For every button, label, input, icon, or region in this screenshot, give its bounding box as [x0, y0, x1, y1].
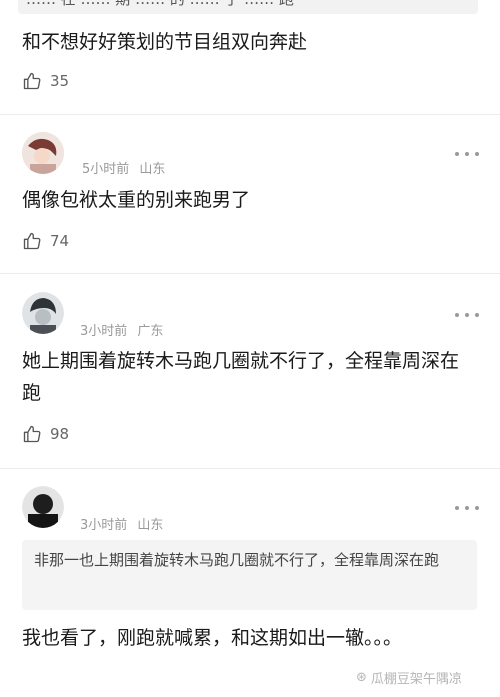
watermark-text: 瓜棚豆架午隅凉: [370, 672, 462, 687]
more-options-button[interactable]: [455, 150, 479, 158]
comment-time: 3小时前: [80, 324, 128, 339]
avatar[interactable]: [22, 292, 64, 334]
like-button[interactable]: 35: [22, 69, 69, 93]
watermark: ⊛ 瓜棚豆架午隅凉: [356, 668, 462, 687]
divider: [0, 468, 500, 469]
comment-meta: 3小时前 广东: [80, 320, 163, 339]
more-dots-icon: [455, 313, 459, 317]
divider: [0, 114, 500, 115]
like-count: 35: [50, 72, 70, 90]
comment-time: 3小时前: [80, 518, 128, 533]
more-options-button[interactable]: [455, 311, 479, 319]
like-count: 98: [50, 425, 70, 443]
comment-text: 偶像包袱太重的别来跑男了: [22, 189, 251, 211]
more-dots-icon: [455, 152, 459, 156]
comment-location: 山东: [137, 518, 164, 533]
comment-text: 她上期围着旋转木马跑几圈就不行了，全程靠周深在跑: [22, 350, 460, 404]
quoted-reply-top: …… 在 …… 期 …… 的 …… 了 …… 跑: [18, 0, 478, 14]
thumbs-up-icon: [23, 72, 41, 90]
comment-location: 广东: [137, 324, 164, 339]
thumbs-up-icon: [23, 425, 41, 443]
avatar[interactable]: [22, 486, 64, 528]
comment-meta: 3小时前 山东: [80, 514, 163, 533]
quoted-reply[interactable]: 非那一也上期围着旋转木马跑几圈就不行了，全程靠周深在跑: [22, 540, 477, 610]
comment-text: 和不想好好策划的节目组双向奔赴: [22, 31, 308, 53]
more-dots-icon: [455, 506, 459, 510]
logo-icon: ⊛: [356, 670, 367, 685]
divider: [0, 273, 500, 274]
comment-meta: 5小时前 山东: [82, 158, 165, 177]
comment-text: 我也看了，刚跑就喊累，和这期如出一辙。。。: [22, 627, 403, 649]
comment-time: 5小时前: [82, 162, 130, 177]
like-button[interactable]: 98: [22, 422, 69, 446]
avatar[interactable]: [22, 132, 64, 174]
comment-location: 山东: [139, 162, 166, 177]
like-count: 74: [50, 232, 70, 250]
like-button[interactable]: 74: [22, 229, 69, 253]
more-options-button[interactable]: [455, 504, 479, 512]
thumbs-up-icon: [23, 232, 41, 250]
